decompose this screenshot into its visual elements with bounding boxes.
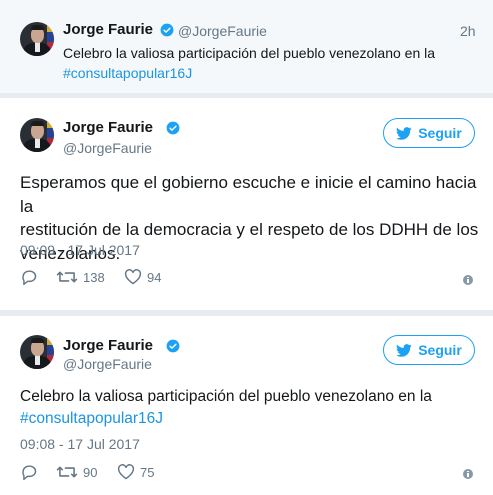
like-heart-icon (124, 269, 142, 285)
twitter-bird-icon (396, 343, 412, 357)
verified-badge-icon (166, 339, 180, 353)
retweet-icon (56, 466, 78, 478)
tweet-text-line: restitución de la democracia y el respet… (20, 220, 479, 239)
like-count: 75 (140, 464, 155, 480)
tweet-text-line: Celebro la valiosa participación del pue… (63, 45, 436, 61)
reply-icon[interactable] (20, 464, 38, 480)
retweet-count: 90 (83, 464, 98, 480)
like-count: 94 (147, 269, 162, 285)
avatar[interactable] (20, 335, 54, 369)
author-handle[interactable]: @JorgeFaurie (178, 23, 267, 39)
tweet-text: Celebro la valiosa participación del pue… (63, 43, 435, 83)
author-name[interactable]: Jorge Faurie (63, 21, 153, 38)
parent-tweet[interactable]: Jorge Faurie @JorgeFaurie 2h Celebro la … (0, 0, 493, 93)
retweet-action[interactable]: 138 (56, 269, 105, 285)
like-action[interactable]: 94 (124, 269, 161, 285)
follow-label: Seguir (418, 125, 462, 141)
info-icon[interactable] (463, 469, 473, 479)
info-icon[interactable] (463, 275, 473, 285)
tweet-date[interactable]: 09:09 - 17 Jul 2017 (20, 242, 140, 258)
retweet-action[interactable]: 90 (56, 464, 97, 480)
avatar[interactable] (20, 118, 54, 152)
retweet-icon (56, 271, 78, 283)
tweet: Jorge Faurie @JorgeFaurie Seguir Celebro… (0, 316, 493, 495)
follow-button[interactable]: Seguir (383, 118, 475, 148)
author-name[interactable]: Jorge Faurie (63, 119, 153, 136)
tweet-text: Celebro la valiosa participación del pue… (20, 386, 432, 430)
verified-badge-icon (160, 23, 174, 37)
reply-icon[interactable] (20, 269, 38, 285)
hashtag-link[interactable]: #consultapopular16J (20, 408, 432, 430)
hashtag-link[interactable]: #consultapopular16J (63, 63, 435, 83)
twitter-bird-icon (396, 126, 412, 140)
tweet-date[interactable]: 09:08 - 17 Jul 2017 (20, 436, 140, 452)
tweet: Jorge Faurie @JorgeFaurie Seguir Esperam… (0, 98, 493, 310)
follow-button[interactable]: Seguir (383, 335, 475, 365)
author-name[interactable]: Jorge Faurie (63, 337, 153, 354)
tweet-text-line: Esperamos que el gobierno escuche e inic… (20, 173, 477, 216)
follow-label: Seguir (418, 342, 462, 358)
like-heart-icon (117, 464, 135, 480)
like-action[interactable]: 75 (117, 464, 154, 480)
avatar[interactable] (20, 22, 54, 56)
author-handle[interactable]: @JorgeFaurie (63, 356, 152, 372)
retweet-count: 138 (83, 269, 105, 285)
tweet-text-line: Celebro la valiosa participación del pue… (20, 388, 432, 405)
verified-badge-icon (166, 121, 180, 135)
timestamp[interactable]: 2h (460, 23, 476, 39)
author-handle[interactable]: @JorgeFaurie (63, 140, 152, 156)
